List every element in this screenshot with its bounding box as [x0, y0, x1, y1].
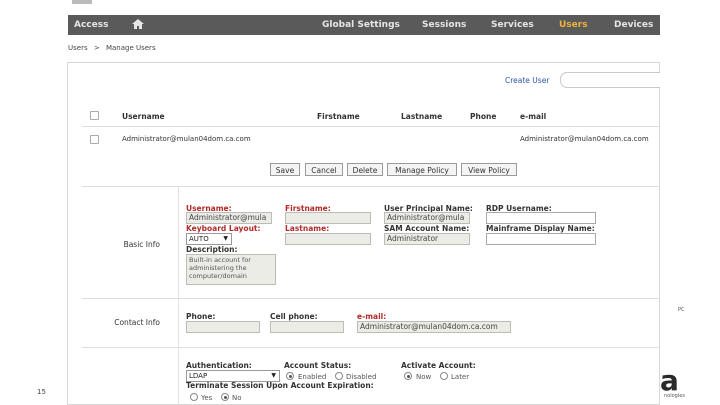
home-icon[interactable] [131, 17, 145, 33]
col-firstname[interactable]: Firstname [317, 112, 360, 121]
status-disabled-label: Disabled [346, 373, 377, 381]
nav-sessions[interactable]: Sessions [422, 20, 466, 30]
brand-pc-text: PC [678, 307, 685, 313]
terminate-yes-radio[interactable] [190, 393, 198, 401]
breadcrumb: Users > Manage Users [68, 44, 156, 52]
keyboard-layout-label: Keyboard Layout: [186, 224, 261, 233]
activate-later-label: Later [451, 373, 470, 381]
divider [82, 126, 660, 127]
section-divider [178, 187, 179, 405]
row-checkbox[interactable] [90, 135, 99, 144]
activate-now-label: Now [416, 373, 432, 381]
phone-label: Phone: [186, 312, 216, 321]
select-all-checkbox[interactable] [90, 111, 99, 120]
firstname-field[interactable] [285, 212, 371, 224]
save-button[interactable]: Save [270, 163, 300, 176]
divider [82, 298, 660, 299]
chevron-down-icon: ▼ [223, 235, 228, 242]
col-username[interactable]: Username [122, 112, 165, 121]
col-phone[interactable]: Phone [470, 112, 496, 121]
nav-users[interactable]: Users [559, 20, 588, 30]
cell-phone-label: Cell phone: [270, 312, 318, 321]
top-nav-bar: Access Global Settings Sessions Services… [68, 15, 660, 35]
view-policy-button[interactable]: View Policy [461, 163, 517, 176]
brand-suffix-text: nologies [664, 393, 685, 399]
col-lastname[interactable]: Lastname [401, 112, 442, 121]
chevron-down-icon: ▼ [271, 372, 276, 379]
terminate-yes-label: Yes [201, 394, 213, 402]
email-field[interactable]: Administrator@mulan04dom.ca.com [357, 321, 511, 333]
account-status-label: Account Status: [284, 361, 352, 370]
upn-field[interactable]: Administrator@mula [384, 212, 470, 224]
divider [82, 186, 660, 187]
breadcrumb-manage-users: Manage Users [105, 44, 156, 52]
authentication-label: Authentication: [186, 361, 252, 370]
row-email: Administrator@mulan04dom.ca.com [520, 135, 649, 143]
activate-account-label: Activate Account: [401, 361, 476, 370]
status-enabled-radio[interactable] [286, 372, 294, 380]
description-label: Description: [186, 245, 238, 254]
create-user-link[interactable]: Create User [505, 76, 549, 85]
username-field[interactable]: Administrator@mula [186, 212, 272, 224]
sam-account-field[interactable]: Administrator [384, 233, 470, 245]
terminate-session-label: Terminate Session Upon Account Expiratio… [186, 381, 374, 390]
breadcrumb-users[interactable]: Users [68, 44, 88, 52]
nav-services[interactable]: Services [491, 20, 534, 30]
phone-field[interactable] [186, 321, 260, 333]
slide-margin [0, 0, 60, 405]
section-basic-info: Basic Info [123, 240, 160, 249]
delete-button[interactable]: Delete [347, 163, 383, 176]
sam-account-label: SAM Account Name: [384, 224, 470, 233]
description-field[interactable]: Built-in account for administering the c… [186, 254, 276, 285]
section-contact-info: Contact Info [114, 318, 160, 327]
nav-global-settings[interactable]: Global Settings [322, 20, 400, 30]
cancel-button[interactable]: Cancel [305, 163, 343, 176]
slide-number: 15 [37, 388, 46, 396]
email-label: e-mail: [357, 312, 387, 321]
manage-policy-button[interactable]: Manage Policy [387, 163, 457, 176]
nav-devices[interactable]: Devices [614, 20, 653, 30]
rdp-username-field[interactable] [486, 212, 596, 224]
keyboard-layout-value: AUTO [189, 235, 209, 243]
app-window: Access Global Settings Sessions Services… [60, 0, 660, 405]
logo [72, 0, 92, 4]
lastname-field[interactable] [285, 233, 371, 245]
row-username[interactable]: Administrator@mulan04dom.ca.com [122, 135, 251, 143]
mainframe-display-field[interactable] [486, 233, 596, 245]
cell-phone-field[interactable] [270, 321, 344, 333]
activate-later-radio[interactable] [440, 372, 448, 380]
authentication-value: LDAP [189, 372, 208, 380]
status-disabled-radio[interactable] [335, 372, 343, 380]
activate-now-radio[interactable] [404, 372, 412, 380]
breadcrumb-separator: > [93, 44, 100, 52]
lastname-label: Lastname: [285, 224, 330, 233]
col-email[interactable]: e-mail [520, 112, 546, 121]
mainframe-display-label: Mainframe Display Name: [486, 224, 595, 233]
terminate-no-label: No [232, 394, 242, 402]
status-enabled-label: Enabled [298, 373, 327, 381]
keyboard-layout-select[interactable]: AUTO ▼ [186, 233, 232, 245]
search-input[interactable] [560, 72, 660, 88]
nav-access[interactable]: Access [74, 20, 108, 30]
terminate-no-radio[interactable] [221, 393, 229, 401]
divider [82, 347, 660, 348]
